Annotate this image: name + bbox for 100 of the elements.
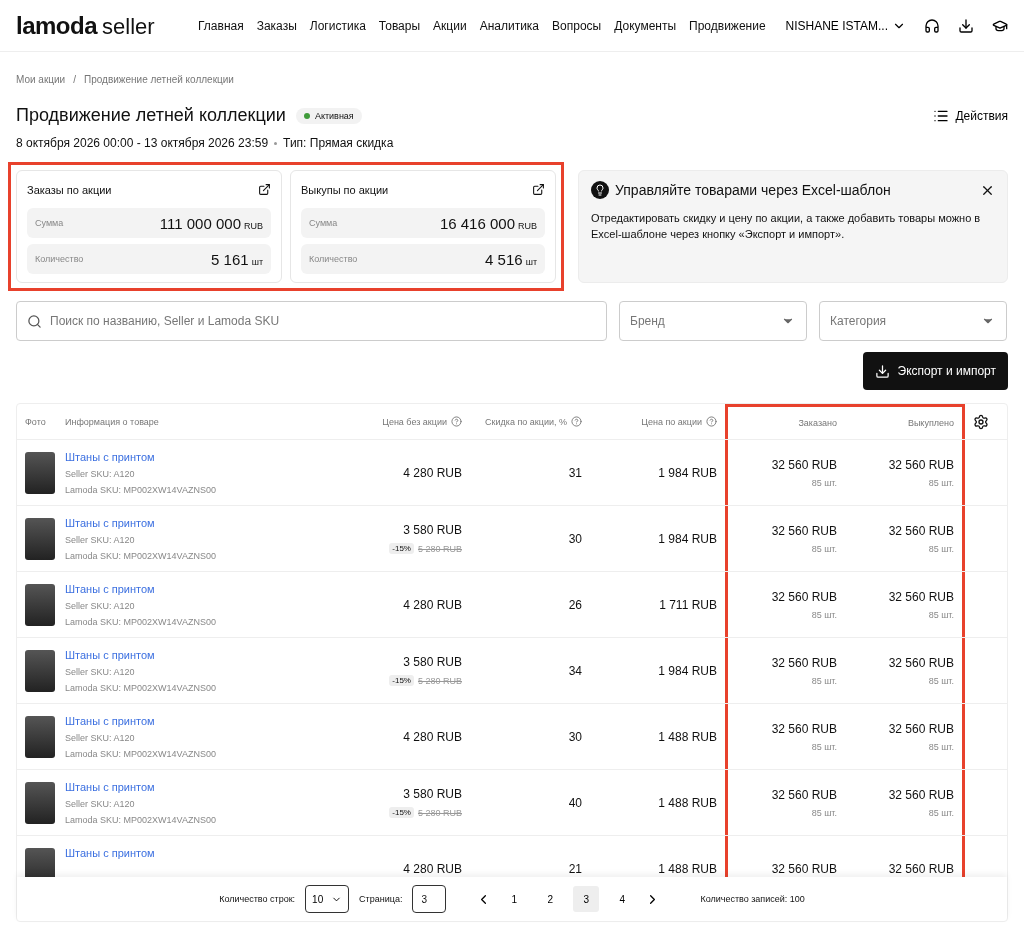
page-button[interactable]: 3 xyxy=(573,886,600,912)
breadcrumb-link[interactable]: Мои акции xyxy=(16,74,66,85)
page-button[interactable]: 1 xyxy=(501,886,528,912)
price-text: 4 280 RUB xyxy=(403,465,462,480)
nav-link[interactable]: Товары xyxy=(378,18,421,33)
column-header: Информация о товаре xyxy=(65,416,159,427)
nav-link[interactable]: Главная xyxy=(198,18,244,33)
nav-link[interactable]: Логистика xyxy=(309,18,366,33)
ordered-sum: 32 560 RUB xyxy=(771,589,837,604)
price-text: 4 280 RUB xyxy=(403,861,462,876)
rows-select[interactable]: 10 xyxy=(305,885,350,913)
ordered-quantity: 85 шт. xyxy=(811,741,837,752)
help-icon[interactable] xyxy=(451,416,462,427)
seller-sku: Seller SKU: A120 xyxy=(65,601,135,611)
product-link[interactable]: Штаны с принтом xyxy=(65,583,155,595)
page-input[interactable]: 3 xyxy=(412,885,447,913)
discount-text: 30 xyxy=(568,531,582,546)
discount-text: 21 xyxy=(568,861,582,876)
seller-sku: Seller SKU: A120 xyxy=(65,733,135,743)
nav-link[interactable]: Аналитика xyxy=(479,18,540,33)
ordered-sum: 32 560 RUB xyxy=(771,655,837,670)
bought-sum: 32 560 RUB xyxy=(888,655,954,670)
ordered-quantity: 85 шт. xyxy=(811,543,837,554)
price-text: 3 580 RUB xyxy=(403,523,462,537)
ordered-quantity: 85 шт. xyxy=(811,609,837,620)
seller-sku: Seller SKU: A120 xyxy=(65,799,135,809)
nav-link[interactable]: Акции xyxy=(433,18,467,33)
status-badge: Активная xyxy=(295,107,362,124)
lamoda-sku: Lamoda SKU: MP002XW14VAZNS00 xyxy=(65,815,216,825)
search-icon xyxy=(27,314,42,329)
stat-label: Сумма xyxy=(35,218,64,228)
bought-quantity: 85 шт. xyxy=(928,477,954,488)
product-link[interactable]: Штаны с принтом xyxy=(65,517,155,529)
stat-value: 16 416 000 RUB xyxy=(439,214,537,232)
price-text: 3 580 RUB xyxy=(403,655,462,669)
category-select[interactable]: Категория xyxy=(819,301,1007,341)
lamoda-sku: Lamoda SKU: MP002XW14VAZNS00 xyxy=(65,683,216,693)
actions-button[interactable]: Действия xyxy=(933,107,1008,124)
old-price: 5 280 RUB xyxy=(417,807,462,818)
page-button[interactable]: 2 xyxy=(537,886,564,912)
stat-value: 4 516 шт xyxy=(485,250,537,268)
promo-price: 1 984 RUB xyxy=(658,531,717,546)
tip-title: Управляйте товарами через Excel-шаблон xyxy=(615,182,892,198)
discount-tag: -15% xyxy=(389,807,414,818)
discount-text: 30 xyxy=(568,729,582,744)
discount-text: 40 xyxy=(568,795,582,810)
photo-placeholder xyxy=(25,517,55,560)
column-header: Скидка по акции, % xyxy=(485,416,582,427)
bought-sum: 32 560 RUB xyxy=(888,787,954,802)
help-icon[interactable] xyxy=(706,416,717,427)
stat-title: Выкупы по акции xyxy=(301,183,389,196)
brand-select[interactable]: Бренд xyxy=(619,301,807,341)
rows-label: Количество строк: xyxy=(219,894,296,904)
seller-sku: Seller SKU: A120 xyxy=(65,469,135,479)
lamoda-sku: Lamoda SKU: MP002XW14VAZNS00 xyxy=(65,617,216,627)
lamoda-sku: Lamoda SKU: MP002XW14VAZNS00 xyxy=(65,485,216,495)
ordered-sum: 32 560 RUB xyxy=(771,787,837,802)
stat-label: Количество xyxy=(309,254,358,264)
nav-link[interactable]: Заказы xyxy=(256,18,297,33)
photo-placeholder xyxy=(25,781,55,824)
lightbulb-icon xyxy=(591,181,609,199)
product-link[interactable]: Штаны с принтом xyxy=(65,649,155,661)
ordered-sum: 32 560 RUB xyxy=(771,861,837,876)
product-link[interactable]: Штаны с принтом xyxy=(65,715,155,727)
lamoda-sku: Lamoda SKU: MP002XW14VAZNS00 xyxy=(65,551,216,561)
logo-text: lamoda xyxy=(16,11,98,40)
export-button[interactable]: Экспорт и импорт xyxy=(862,352,1008,390)
ordered-sum: 32 560 RUB xyxy=(771,721,837,736)
breadcrumb-text: / xyxy=(73,74,76,85)
column-header: Фото xyxy=(25,416,46,427)
promo-price: 1 984 RUB xyxy=(658,663,717,678)
column-header: Заказано xyxy=(798,418,837,428)
external-link-icon[interactable] xyxy=(258,183,271,196)
nav-link[interactable]: Документы xyxy=(614,18,677,33)
page-button[interactable]: 4 xyxy=(609,886,636,912)
product-link[interactable]: Штаны с принтом xyxy=(65,847,155,859)
type-text: Тип: Прямая скидка xyxy=(283,136,394,150)
discount-text: 34 xyxy=(568,663,582,678)
price-text: 4 280 RUB xyxy=(403,729,462,744)
discount-text: 31 xyxy=(568,465,582,480)
external-link-icon[interactable] xyxy=(532,183,545,196)
bought-quantity: 85 шт. xyxy=(928,807,954,818)
headset-icon[interactable] xyxy=(924,17,940,34)
price-text: 4 280 RUB xyxy=(403,597,462,612)
promo-price: 1 488 RUB xyxy=(658,795,717,810)
ordered-sum: 32 560 RUB xyxy=(771,457,837,472)
nav-link[interactable]: Продвижение xyxy=(689,18,766,33)
search-field[interactable]: Поиск по названию, Seller и Lamoda SKU xyxy=(16,301,607,341)
photo-placeholder xyxy=(25,649,55,692)
account-menu[interactable]: NISHANE ISTAM... xyxy=(785,18,906,33)
product-link[interactable]: Штаны с принтом xyxy=(65,451,155,463)
help-icon[interactable] xyxy=(571,416,582,427)
promo-price: 1 984 RUB xyxy=(658,465,717,480)
ordered-quantity: 85 шт. xyxy=(811,477,837,488)
settings-icon[interactable] xyxy=(973,413,989,430)
bought-quantity: 85 шт. xyxy=(928,609,954,620)
photo-placeholder xyxy=(25,847,55,877)
product-link[interactable]: Штаны с принтом xyxy=(65,781,155,793)
nav-link[interactable]: Вопросы xyxy=(552,18,602,33)
download-icon[interactable] xyxy=(958,17,974,34)
